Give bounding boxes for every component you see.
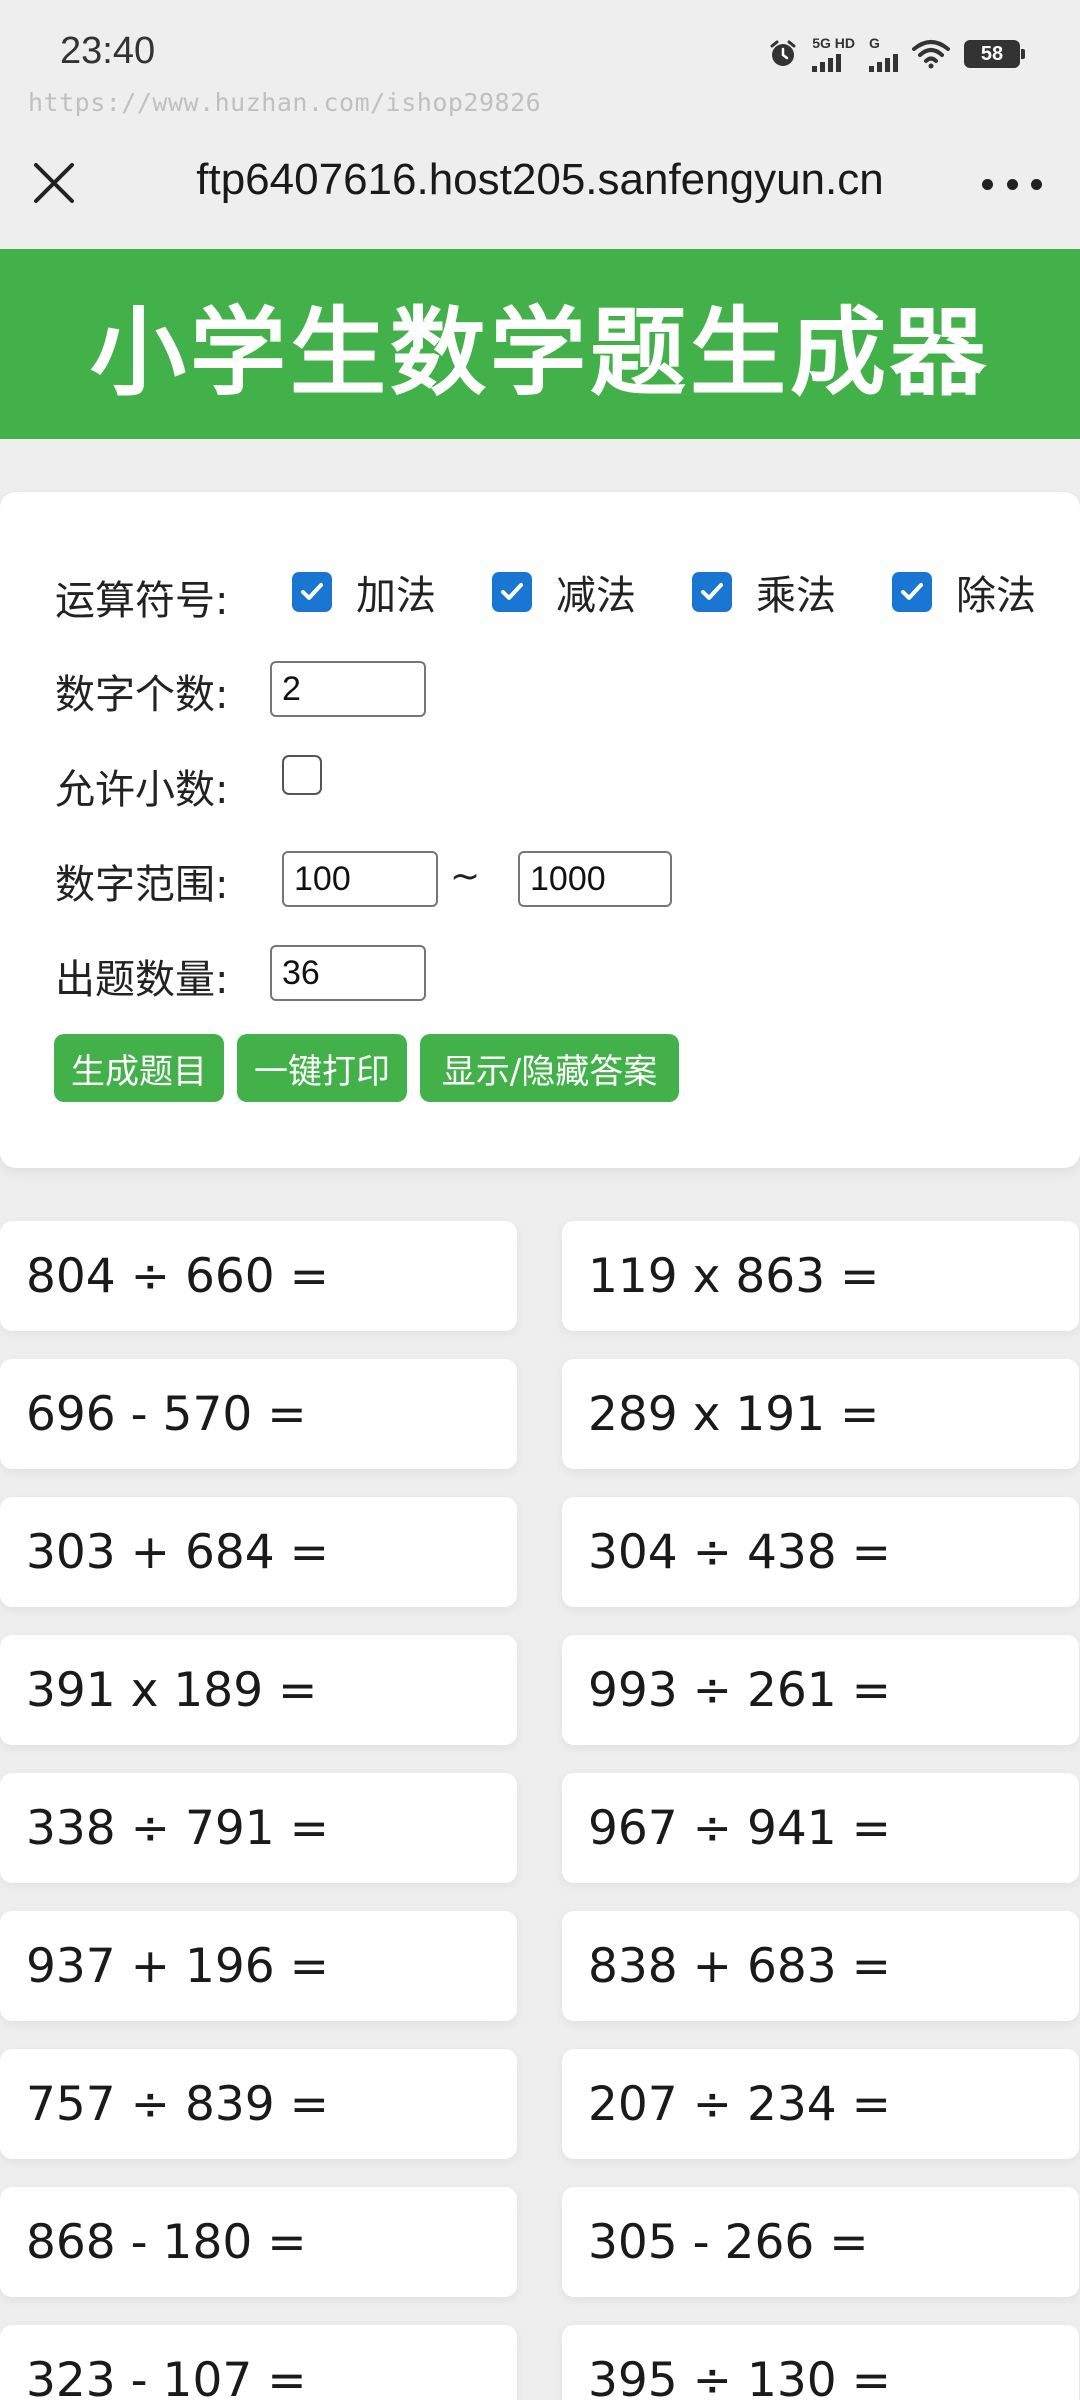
range-separator: ~: [450, 856, 481, 897]
range-max-input[interactable]: 1000: [518, 851, 672, 907]
wifi-icon: [912, 40, 950, 69]
problem-card: 804 ÷ 660 =: [0, 1221, 517, 1331]
operator-subtract-checkbox[interactable]: [492, 572, 532, 612]
problem-text: 119 x 863 =: [588, 1249, 880, 1304]
page-title: 小学生数学题生成器: [90, 296, 990, 409]
print-button[interactable]: 一键打印: [237, 1034, 407, 1102]
operator-subtract-label: 减法: [556, 573, 636, 619]
problem-text: 305 - 266 =: [588, 2215, 869, 2270]
problem-text: 838 + 683 =: [588, 1939, 891, 1994]
range-min-input[interactable]: 100: [282, 851, 438, 907]
alarm-icon: [770, 40, 796, 66]
problem-card: 289 x 191 =: [562, 1359, 1079, 1469]
toggle-answers-button[interactable]: 显示/隐藏答案: [420, 1034, 679, 1102]
problem-text: 323 - 107 =: [26, 2353, 307, 2400]
problem-text: 804 ÷ 660 =: [26, 1249, 329, 1304]
check-icon: [501, 583, 523, 600]
network-g: G: [869, 36, 898, 72]
decimal-label: 允许小数:: [55, 767, 229, 813]
operators-label: 运算符号:: [55, 578, 229, 624]
operator-divide-option[interactable]: 除法: [892, 563, 1036, 621]
problem-card: 304 ÷ 438 =: [562, 1497, 1079, 1607]
problem-card: 207 ÷ 234 =: [562, 2049, 1079, 2159]
problem-card: 838 + 683 =: [562, 1911, 1079, 2021]
operator-divide-label: 除法: [956, 573, 1036, 619]
generate-button[interactable]: 生成题目: [54, 1034, 224, 1102]
problem-text: 338 ÷ 791 =: [26, 1801, 329, 1856]
problem-card: 993 ÷ 261 =: [562, 1635, 1079, 1745]
count-input[interactable]: 2: [270, 661, 426, 717]
operator-subtract-option[interactable]: 减法: [492, 563, 636, 621]
problem-card: 937 + 196 =: [0, 1911, 517, 2021]
network-label-g: G: [869, 35, 880, 51]
operator-add-label: 加法: [356, 573, 436, 619]
operator-add-option[interactable]: 加法: [292, 563, 436, 621]
battery-icon: 58: [964, 40, 1025, 68]
watermark: https://www.huzhan.com/ishop29826: [28, 88, 542, 117]
status-time: 23:40: [60, 30, 156, 72]
problem-card: 119 x 863 =: [562, 1221, 1079, 1331]
problem-card: 696 - 570 =: [0, 1359, 517, 1469]
quantity-input[interactable]: 36: [270, 945, 426, 1001]
problem-text: 757 ÷ 839 =: [26, 2077, 329, 2132]
problem-text: 937 + 196 =: [26, 1939, 329, 1994]
problem-card: 305 - 266 =: [562, 2187, 1079, 2297]
operator-multiply-checkbox[interactable]: [692, 572, 732, 612]
count-label: 数字个数:: [55, 672, 229, 718]
problem-text: 289 x 191 =: [588, 1387, 880, 1442]
decimal-checkbox[interactable]: [282, 755, 322, 795]
problem-card: 338 ÷ 791 =: [0, 1773, 517, 1883]
operator-divide-checkbox[interactable]: [892, 572, 932, 612]
problem-text: 391 x 189 =: [26, 1663, 318, 1718]
url-text[interactable]: ftp6407616.host205.sanfengyun.cn: [120, 155, 960, 205]
operator-multiply-label: 乘法: [756, 573, 836, 619]
problem-card: 303 + 684 =: [0, 1497, 517, 1607]
problem-text: 696 - 570 =: [26, 1387, 307, 1442]
problem-card: 868 - 180 =: [0, 2187, 517, 2297]
problem-text: 395 ÷ 130 =: [588, 2353, 891, 2400]
signal-icon: [869, 50, 898, 72]
signal-icon: [812, 50, 842, 72]
problem-card: 391 x 189 =: [0, 1635, 517, 1745]
status-bar: 23:40 5G HD G 58: [0, 0, 1080, 95]
check-icon: [901, 583, 923, 600]
quantity-label: 出题数量:: [55, 957, 229, 1003]
range-label: 数字范围:: [55, 862, 229, 908]
problem-text: 304 ÷ 438 =: [588, 1525, 891, 1580]
decimal-option[interactable]: [282, 755, 322, 795]
problem-text: 303 + 684 =: [26, 1525, 329, 1580]
status-icons: 5G HD G 58: [768, 36, 1025, 72]
problem-card: 757 ÷ 839 =: [0, 2049, 517, 2159]
network-label-5g: 5G HD: [812, 35, 855, 51]
browser-bar: ftp6407616.host205.sanfengyun.cn: [0, 125, 1080, 245]
more-icon[interactable]: [982, 169, 1042, 199]
problem-card: 323 - 107 =: [0, 2325, 517, 2400]
network-5g: 5G HD: [812, 36, 855, 72]
close-icon[interactable]: [28, 157, 80, 209]
check-icon: [701, 583, 723, 600]
operator-multiply-option[interactable]: 乘法: [692, 563, 836, 621]
problem-text: 207 ÷ 234 =: [588, 2077, 891, 2132]
problem-text: 993 ÷ 261 =: [588, 1663, 891, 1718]
operator-add-checkbox[interactable]: [292, 572, 332, 612]
problem-card: 395 ÷ 130 =: [562, 2325, 1079, 2400]
problem-text: 868 - 180 =: [26, 2215, 307, 2270]
check-icon: [301, 583, 323, 600]
app-header: 小学生数学题生成器: [0, 249, 1080, 439]
problem-card: 967 ÷ 941 =: [562, 1773, 1079, 1883]
problem-text: 967 ÷ 941 =: [588, 1801, 891, 1856]
